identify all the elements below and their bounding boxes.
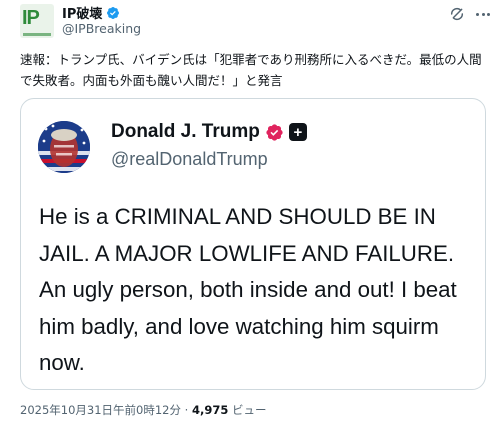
quoted-handle[interactable]: @realDonaldTrump [111, 149, 268, 170]
quoted-display-name[interactable]: Donald J. Trump [111, 121, 260, 143]
post-meta: 2025年10月31日午前0時12分 · 4,975 ビュー [20, 402, 267, 418]
grok-icon[interactable] [449, 6, 465, 22]
account-display-name[interactable]: IP破壊 [62, 3, 102, 22]
post-text: 速報：トランプ氏、バイデン氏は「犯罪者であり刑務所に入るべきだ。最低の人間で失敗… [20, 52, 482, 88]
meta-separator: · [184, 403, 189, 417]
quoted-avatar-image [38, 121, 90, 173]
avatar-logo-text: IP [22, 7, 40, 29]
account-avatar[interactable]: IP [20, 4, 54, 38]
post[interactable]: IP IP破壊 @IPBreaking 速報：トランプ氏、バイデン氏は「犯罪者で… [0, 0, 500, 424]
account-name-row: IP破壊 [62, 3, 120, 22]
account-handle[interactable]: @IPBreaking [62, 21, 141, 36]
quoted-post-text: He is a CRIMINAL AND SHOULD BE IN JAIL. … [39, 204, 457, 375]
more-icon[interactable] [474, 5, 492, 23]
quoted-avatar[interactable] [38, 121, 90, 173]
views-label: ビュー [232, 403, 267, 417]
post-timestamp[interactable]: 2025年10月31日午前0時12分 [20, 403, 181, 417]
plus-badge-icon: + [288, 123, 307, 141]
quoted-name-row: Donald J. Trump + [111, 121, 307, 143]
views-count: 4,975 [191, 403, 229, 417]
avatar-logo-bar [23, 33, 51, 36]
verified-icon [107, 6, 120, 19]
verified-badge-icon [266, 123, 283, 141]
quoted-post-card[interactable]: Donald J. Trump + @realDonaldTrump He is… [20, 98, 486, 390]
